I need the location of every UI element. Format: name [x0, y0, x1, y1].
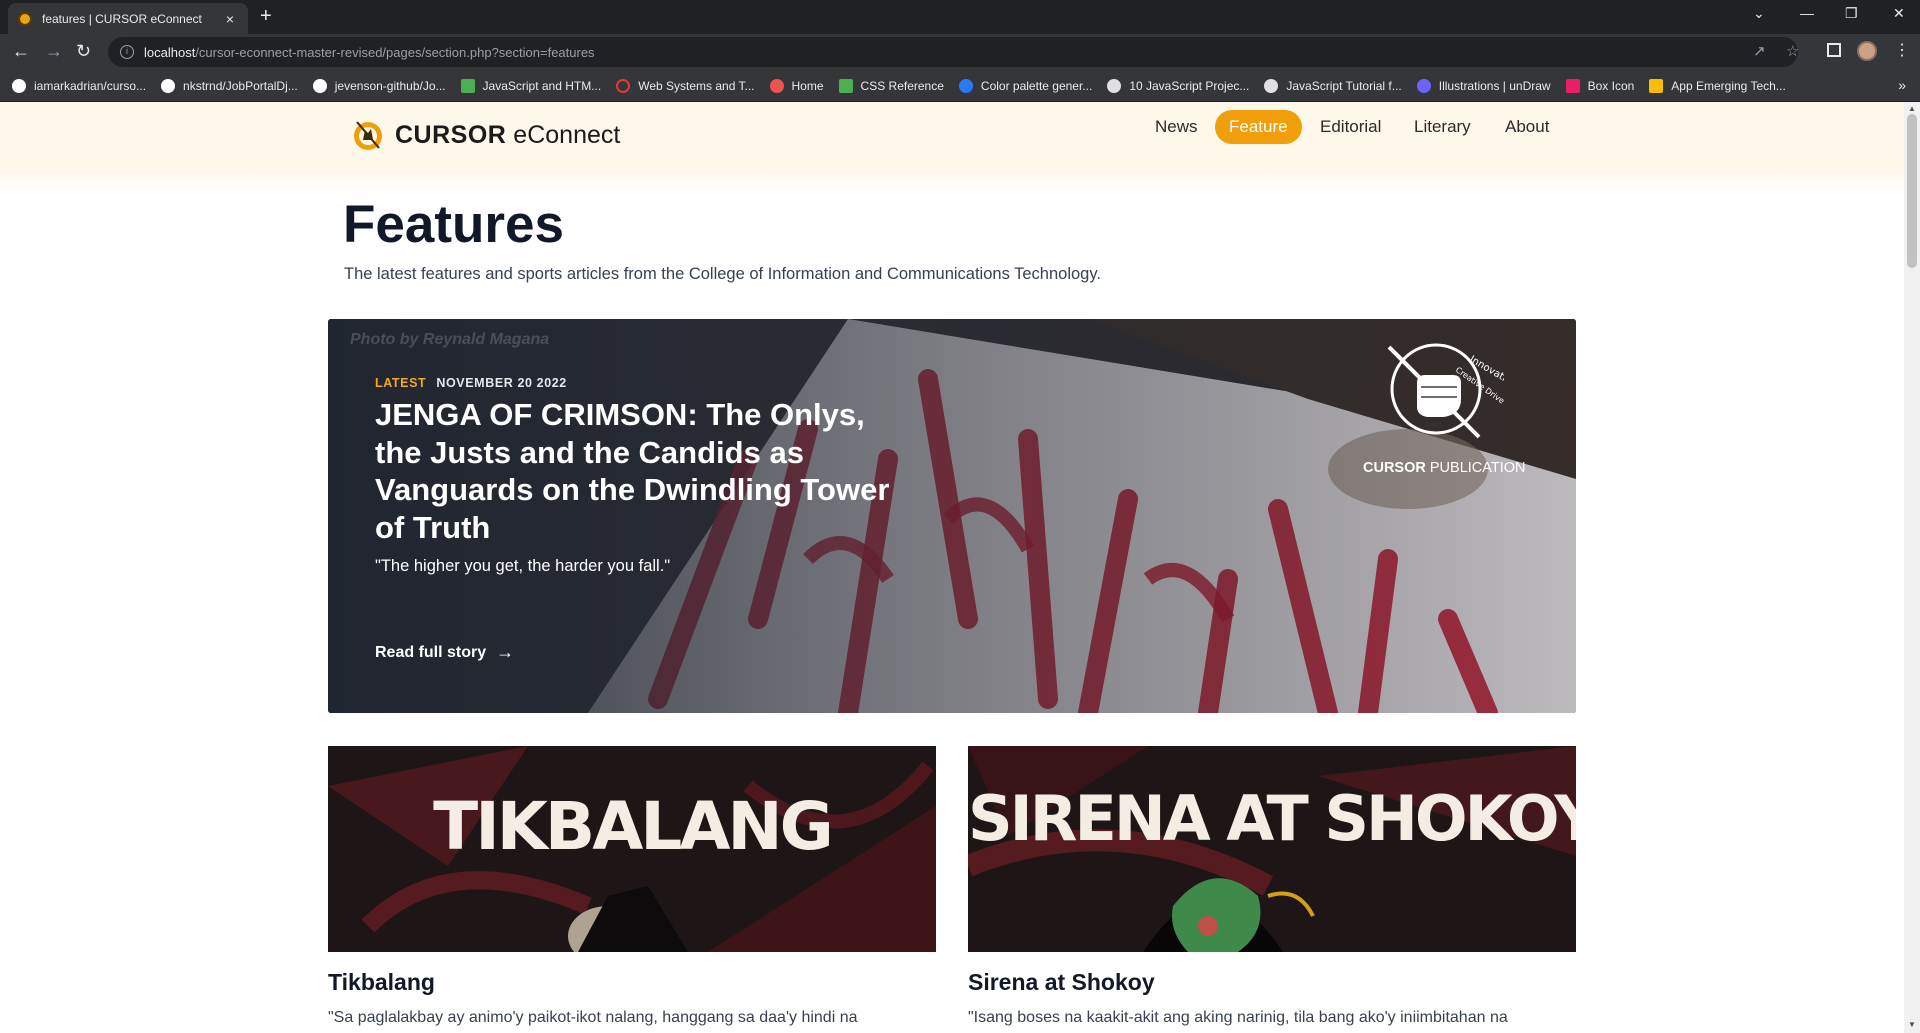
w3schools-icon — [460, 78, 475, 93]
bookmark-item[interactable]: JavaScript and HTM... — [460, 78, 601, 93]
share-icon[interactable]: ↗ — [1753, 42, 1766, 60]
close-tab-icon[interactable]: × — [222, 11, 238, 27]
bookmark-item[interactable]: iamarkadrian/curso... — [12, 78, 146, 93]
url-host: localhost — [144, 44, 196, 60]
site-favicon-icon — [18, 11, 32, 26]
nav-about[interactable]: About — [1505, 117, 1549, 137]
bookmark-item[interactable]: nkstrnd/JobPortalDj... — [161, 78, 298, 93]
brand-name[interactable]: CURSOR eConnect — [395, 121, 620, 150]
bookmark-item[interactable]: Color palette gener... — [958, 78, 1092, 93]
bookmark-item[interactable]: Illustrations | unDraw — [1416, 78, 1551, 93]
story-card-title[interactable]: Sirena at Shokoy — [968, 969, 1155, 996]
profile-avatar[interactable] — [1857, 41, 1877, 61]
featured-story-card[interactable]: Photo by Reynald Magana LATEST NOVEMBER … — [328, 319, 1576, 713]
story-card-excerpt: "Isang boses na kaakit-akit ang aking na… — [968, 1009, 1508, 1026]
browser-tab[interactable]: features | CURSOR eConnect × — [8, 3, 248, 34]
bookmark-item[interactable]: JavaScript Tutorial f... — [1264, 78, 1402, 93]
coolors-icon — [958, 78, 973, 93]
undraw-icon — [1416, 78, 1431, 93]
publication-name: CURSOR PUBLICATION — [1363, 460, 1526, 476]
github-icon — [312, 78, 327, 93]
story-meta: LATEST NOVEMBER 20 2022 — [375, 376, 567, 390]
ring-icon — [616, 78, 631, 93]
url-path: /cursor-econnect-master-revised/pages/se… — [195, 44, 595, 60]
side-panel-icon[interactable] — [1827, 43, 1841, 57]
nav-news[interactable]: News — [1155, 117, 1198, 137]
new-tab-button[interactable]: + — [260, 6, 272, 26]
close-window-icon[interactable]: ✕ — [1893, 5, 1905, 22]
story-date: NOVEMBER 20 2022 — [436, 376, 567, 390]
browser-menu-icon[interactable]: ⋮ — [1894, 40, 1910, 60]
drive-icon — [1649, 78, 1664, 93]
browser-toolbar: ← → ↻ i localhost/cursor-econnect-master… — [0, 34, 1920, 70]
tab-search-icon[interactable]: ⌄ — [1753, 5, 1765, 22]
gear-favicon — [1264, 78, 1279, 93]
page-viewport: CURSOR eConnect News Feature Editorial L… — [0, 102, 1904, 1033]
story-card-title[interactable]: Tikbalang — [328, 969, 435, 996]
bookmark-item[interactable]: 10 JavaScript Projec... — [1107, 78, 1249, 93]
bookmark-item[interactable]: Box Icon — [1565, 78, 1634, 93]
browser-tabstrip: features | CURSOR eConnect × + ⌄ — ❐ ✕ — [0, 0, 1920, 34]
restore-icon[interactable]: ❐ — [1845, 5, 1858, 22]
bookmarks-bar: iamarkadrian/curso... nkstrnd/JobPortalD… — [0, 70, 1920, 102]
bookmark-star-icon[interactable]: ☆ — [1786, 42, 1799, 60]
page-title: Features — [343, 195, 564, 254]
logo-year: 2001 — [1425, 421, 1443, 429]
scroll-up-icon[interactable]: ▲ — [1908, 104, 1916, 113]
nav-editorial[interactable]: Editorial — [1320, 117, 1381, 137]
bookmark-item[interactable]: Home — [769, 78, 824, 93]
nav-feature[interactable]: Feature — [1215, 110, 1302, 144]
github-icon — [12, 78, 26, 93]
header-fade — [0, 166, 1904, 196]
arrow-right-icon: → — [496, 642, 515, 662]
page-scrollbar[interactable]: ▲ ▼ — [1904, 102, 1920, 1033]
scroll-thumb[interactable] — [1907, 114, 1917, 268]
bookmark-item[interactable]: App Emerging Tech... — [1649, 78, 1786, 93]
bookmark-item[interactable]: jevenson-github/Jo... — [312, 78, 446, 93]
tab-title: features | CURSOR eConnect — [42, 11, 202, 26]
reload-icon[interactable]: ↻ — [76, 42, 91, 60]
site-info-icon[interactable]: i — [120, 45, 134, 59]
story-card-image[interactable]: SIRENA AT SHOKOY — [968, 746, 1576, 952]
story-card-excerpt: "Sa paglalakbay ay animo'y paikot-ikot n… — [328, 1009, 858, 1026]
home-favicon — [769, 78, 784, 93]
w3schools-icon — [838, 78, 853, 93]
story-card-image[interactable]: TIKBALANG — [328, 746, 936, 952]
minimize-icon[interactable]: — — [1800, 5, 1814, 21]
site-header: CURSOR eConnect News Feature Editorial L… — [0, 102, 1904, 166]
gear-favicon — [1107, 78, 1122, 93]
cursor-logo-icon[interactable] — [351, 118, 385, 152]
github-icon — [161, 78, 176, 93]
featured-story-quote: "The higher you get, the harder you fall… — [375, 557, 671, 575]
back-icon[interactable]: ← — [12, 42, 30, 60]
nav-literary[interactable]: Literary — [1414, 117, 1471, 137]
photo-credit: Photo by Reynald Magana — [350, 331, 550, 348]
tikbalang-art-title: TIKBALANG — [433, 788, 834, 865]
page-subtitle: The latest features and sports articles … — [344, 265, 1101, 283]
sirena-art-title: SIRENA AT SHOKOY — [968, 782, 1576, 855]
cursor-publication-logo-icon: Innovative Mind Creative Drive 2001 — [1387, 343, 1504, 439]
boxicons-icon — [1565, 78, 1580, 93]
address-bar[interactable]: i localhost/cursor-econnect-master-revis… — [108, 37, 1798, 67]
scroll-down-icon[interactable]: ▼ — [1908, 1020, 1916, 1029]
forward-icon[interactable]: → — [45, 42, 63, 60]
more-bookmarks-icon[interactable]: » — [1898, 77, 1906, 93]
bookmark-item[interactable]: Web Systems and T... — [616, 78, 755, 93]
featured-story-title[interactable]: JENGA OF CRIMSON: The Onlys, the Justs a… — [375, 396, 915, 546]
read-full-story-link[interactable]: Read full story → — [375, 642, 514, 663]
bookmark-item[interactable]: CSS Reference — [838, 78, 944, 93]
latest-badge: LATEST — [375, 376, 427, 390]
